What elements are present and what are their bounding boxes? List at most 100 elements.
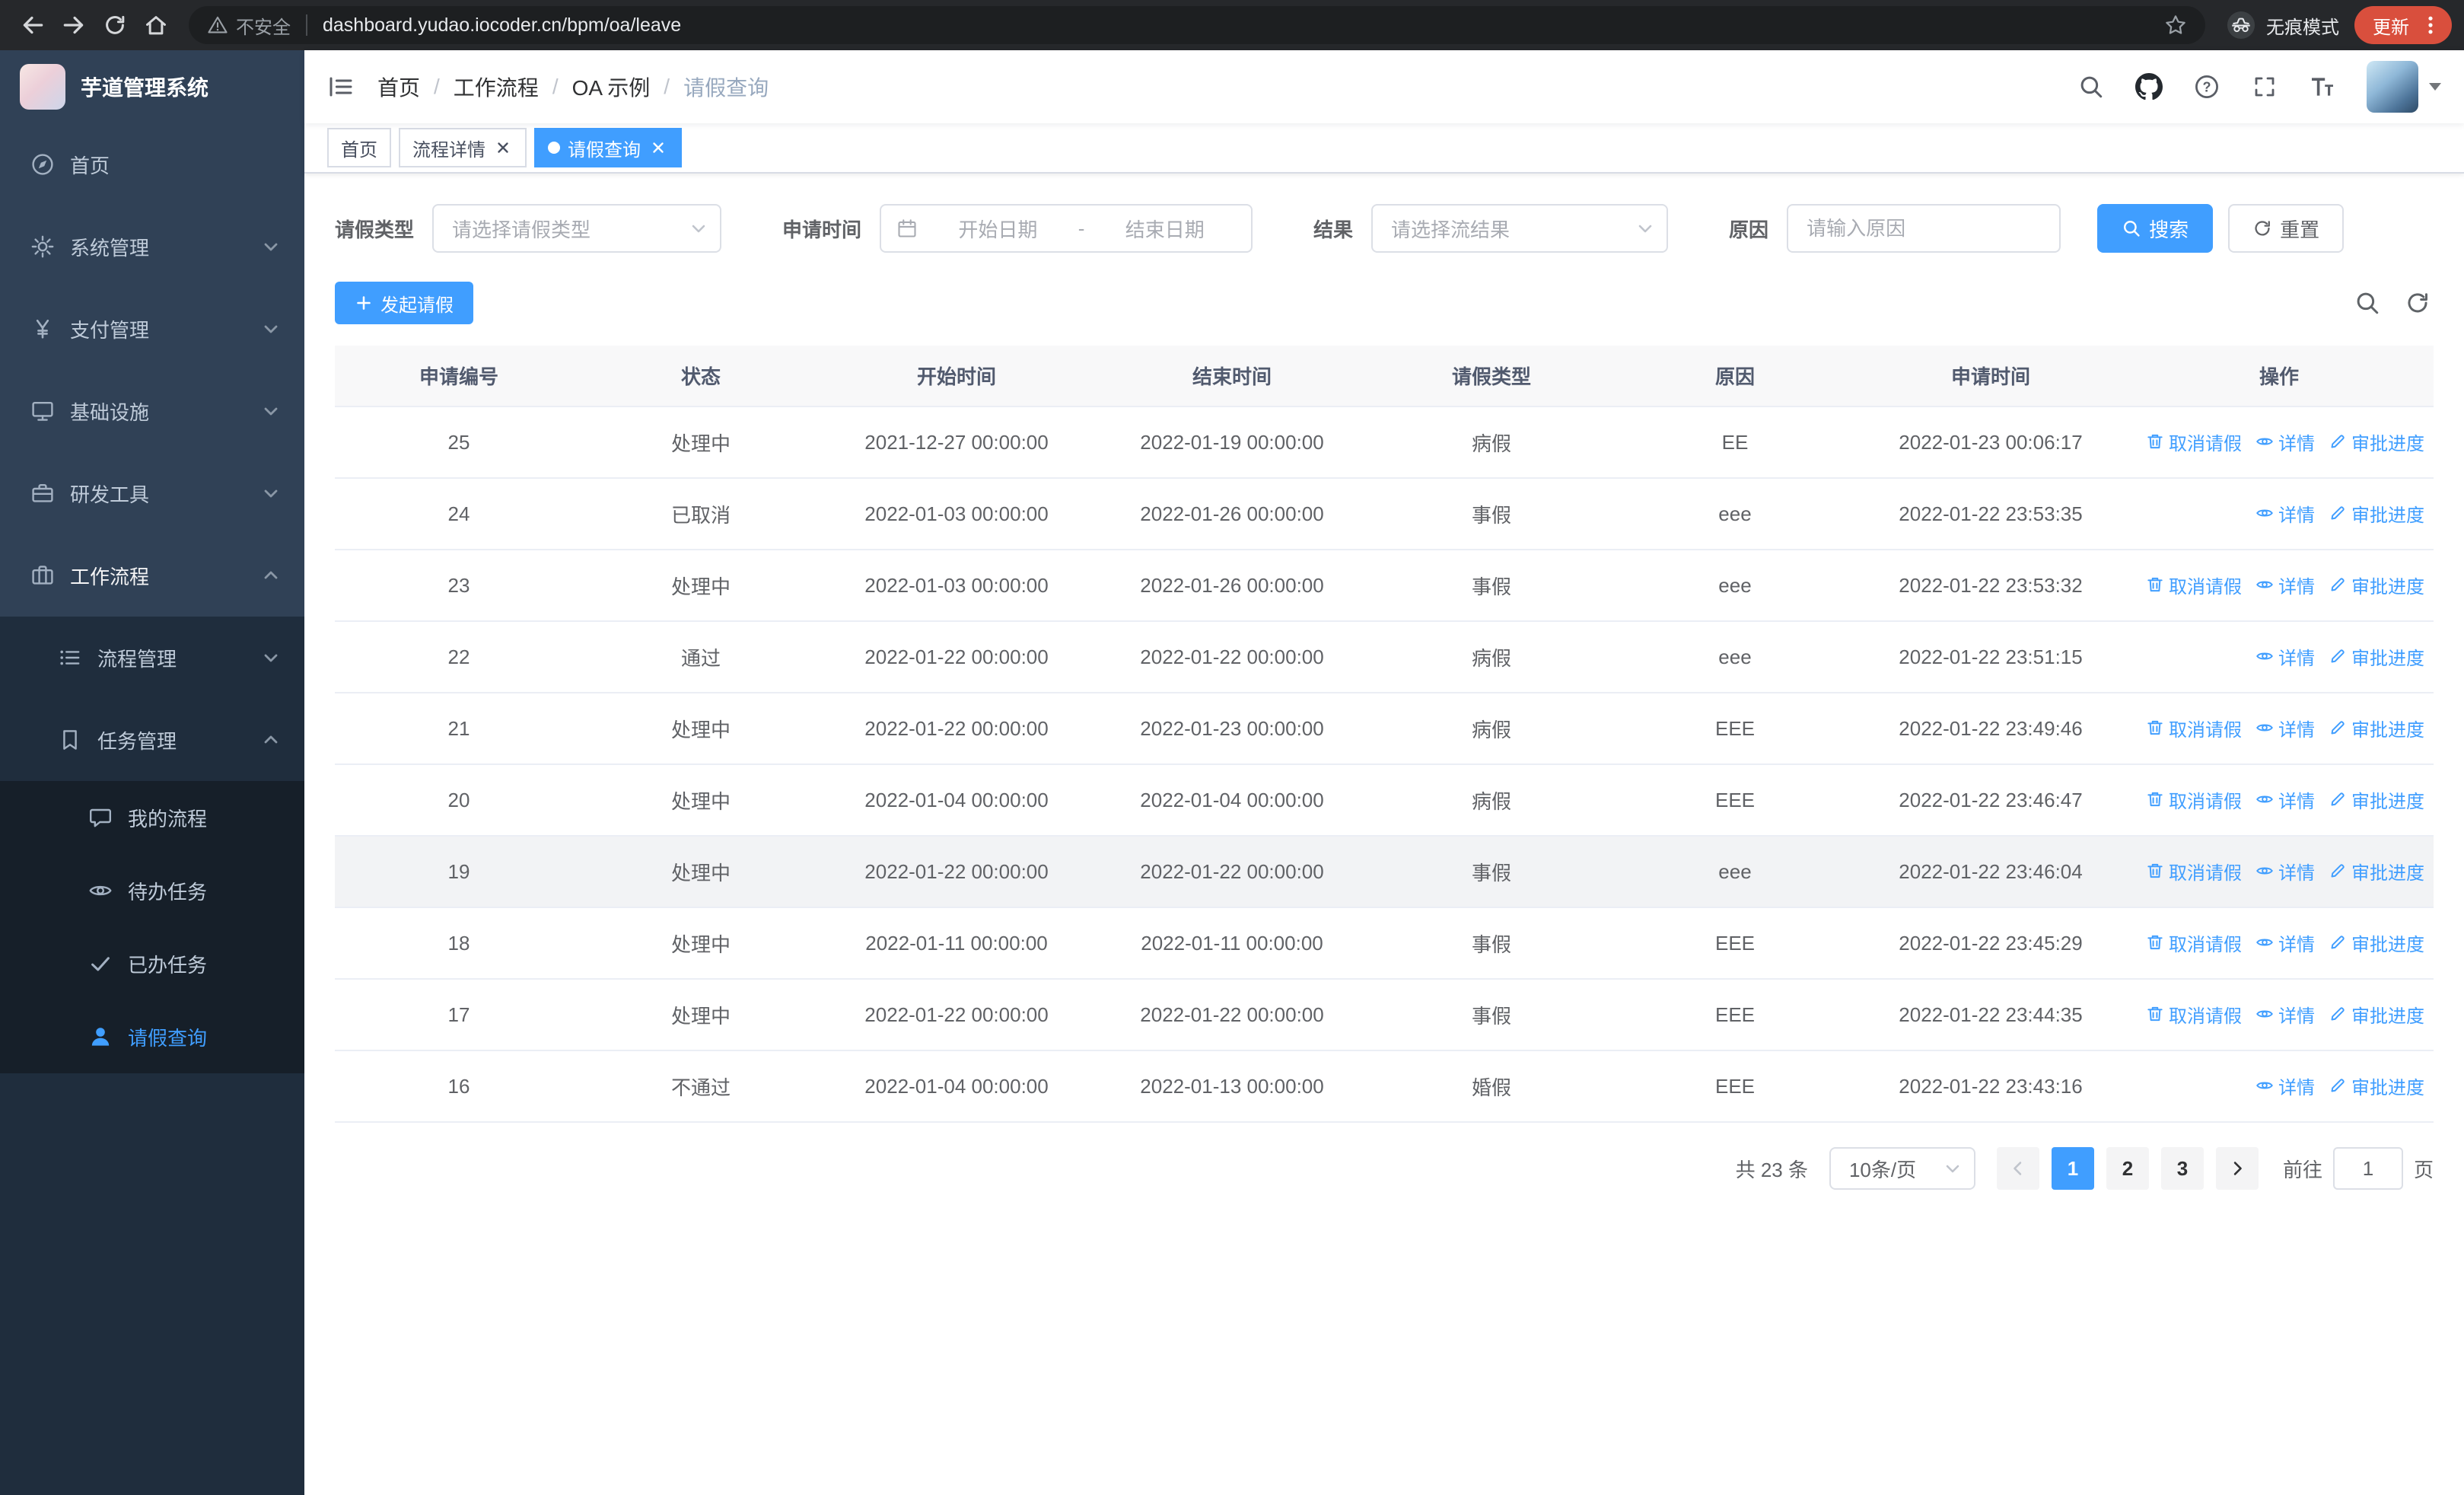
bookmark-star-icon[interactable] bbox=[2164, 14, 2187, 37]
create-leave-button[interactable]: 发起请假 bbox=[335, 282, 473, 324]
github-icon[interactable] bbox=[2126, 64, 2172, 110]
reset-button[interactable]: 重置 bbox=[2228, 204, 2345, 253]
detail-link[interactable]: 详情 bbox=[2255, 1001, 2315, 1028]
cell-id: 23 bbox=[335, 550, 583, 622]
detail-link[interactable]: 详情 bbox=[2255, 715, 2315, 741]
detail-link[interactable]: 详情 bbox=[2255, 786, 2315, 813]
sidebar-item-done-tasks[interactable]: 已办任务 bbox=[0, 927, 304, 1000]
sidebar-item-home[interactable]: 首页 bbox=[0, 123, 304, 206]
eye-icon bbox=[2255, 1005, 2274, 1023]
goto-page-input[interactable] bbox=[2332, 1147, 2403, 1190]
cell-actions: 详情 审批进度 bbox=[2125, 1050, 2434, 1123]
sidebar-item-my-process[interactable]: 我的流程 bbox=[0, 781, 304, 854]
next-page-button[interactable] bbox=[2215, 1147, 2259, 1190]
refresh-table-icon[interactable] bbox=[2405, 290, 2431, 316]
help-icon[interactable]: ? bbox=[2184, 64, 2230, 110]
page-button-3[interactable]: 3 bbox=[2160, 1147, 2204, 1190]
sidebar-item-workflow[interactable]: 工作流程 bbox=[0, 534, 304, 617]
apply-time-range-picker[interactable]: 开始日期 - 结束日期 bbox=[880, 204, 1253, 253]
detail-link[interactable]: 详情 bbox=[2255, 643, 2315, 670]
cell-start: 2022-01-11 00:00:00 bbox=[819, 907, 1094, 980]
result-select[interactable]: 请选择流结果 bbox=[1371, 204, 1669, 253]
cell-status: 处理中 bbox=[583, 406, 819, 479]
cell-status: 处理中 bbox=[583, 693, 819, 765]
approval-progress-link[interactable]: 审批进度 bbox=[2329, 715, 2424, 741]
approval-progress-link[interactable]: 审批进度 bbox=[2329, 786, 2424, 813]
tab-leave-query[interactable]: 请假查询 bbox=[534, 128, 682, 167]
address-bar[interactable]: 不安全 dashboard.yudao.iocoder.cn/bpm/oa/le… bbox=[189, 6, 2205, 44]
approval-progress-link[interactable]: 审批进度 bbox=[2329, 572, 2424, 598]
cancel-leave-link[interactable]: 取消请假 bbox=[2146, 858, 2242, 885]
cell-end: 2022-01-22 00:00:00 bbox=[1094, 621, 1370, 693]
cell-reason: EEE bbox=[1613, 979, 1857, 1051]
chevron-down-icon bbox=[262, 649, 280, 667]
cancel-leave-link[interactable]: 取消请假 bbox=[2146, 429, 2242, 455]
reason-input[interactable] bbox=[1807, 216, 2042, 241]
close-icon[interactable] bbox=[493, 138, 513, 158]
search-button[interactable]: 搜索 bbox=[2097, 204, 2214, 253]
sidebar-item-payment-management[interactable]: 支付管理 bbox=[0, 288, 304, 370]
page-size-select[interactable]: 10条/页 bbox=[1829, 1147, 1975, 1190]
col-leave-type: 请假类型 bbox=[1370, 346, 1613, 407]
cancel-leave-link[interactable]: 取消请假 bbox=[2146, 715, 2242, 741]
edit-icon bbox=[2329, 575, 2347, 594]
detail-link[interactable]: 详情 bbox=[2255, 929, 2315, 956]
approval-progress-link[interactable]: 审批进度 bbox=[2329, 858, 2424, 885]
search-icon[interactable] bbox=[2068, 64, 2114, 110]
browser-back-button[interactable] bbox=[12, 5, 53, 46]
cell-actions: 取消请假 详情 审批进度 bbox=[2125, 764, 2434, 837]
browser-reload-button[interactable] bbox=[94, 5, 135, 46]
approval-progress-link[interactable]: 审批进度 bbox=[2329, 1001, 2424, 1028]
detail-link[interactable]: 详情 bbox=[2255, 500, 2315, 527]
user-menu[interactable] bbox=[2367, 61, 2441, 113]
cell-start: 2022-01-22 00:00:00 bbox=[819, 621, 1094, 693]
detail-link[interactable]: 详情 bbox=[2255, 572, 2315, 598]
app-logo[interactable]: 芋道管理系统 bbox=[0, 50, 304, 123]
breadcrumb-item-leave-query: 请假查询 bbox=[683, 76, 769, 100]
sidebar-item-dev-tools[interactable]: 研发工具 bbox=[0, 452, 304, 534]
breadcrumb-item-home[interactable]: 首页 bbox=[377, 72, 420, 102]
approval-progress-link[interactable]: 审批进度 bbox=[2329, 1073, 2424, 1099]
fullscreen-icon[interactable] bbox=[2242, 64, 2287, 110]
approval-progress-link[interactable]: 审批进度 bbox=[2329, 929, 2424, 956]
approval-progress-link[interactable]: 审批进度 bbox=[2329, 500, 2424, 527]
detail-link[interactable]: 详情 bbox=[2255, 1073, 2315, 1099]
cell-actions: 取消请假 详情 审批进度 bbox=[2125, 550, 2434, 622]
sidebar-item-process-management[interactable]: 流程管理 bbox=[0, 617, 304, 699]
cancel-leave-link[interactable]: 取消请假 bbox=[2146, 929, 2242, 956]
main-area: 首页 / 工作流程 / OA 示例 / 请假查询 ? 首页 流程详情 请假查询 … bbox=[304, 50, 2464, 1495]
sidebar-item-infrastructure[interactable]: 基础设施 bbox=[0, 370, 304, 452]
sidebar-item-system-management[interactable]: 系统管理 bbox=[0, 206, 304, 288]
browser-menu-icon[interactable] bbox=[2414, 8, 2447, 42]
sidebar-item-label: 基础设施 bbox=[70, 400, 150, 424]
detail-link[interactable]: 详情 bbox=[2255, 858, 2315, 885]
cancel-leave-link[interactable]: 取消请假 bbox=[2146, 572, 2242, 598]
prev-page-button[interactable] bbox=[1996, 1147, 2039, 1190]
page-button-2[interactable]: 2 bbox=[2106, 1147, 2149, 1190]
browser-forward-button[interactable] bbox=[53, 5, 94, 46]
detail-link[interactable]: 详情 bbox=[2255, 429, 2315, 455]
cancel-leave-link[interactable]: 取消请假 bbox=[2146, 1001, 2242, 1028]
cancel-leave-link[interactable]: 取消请假 bbox=[2146, 786, 2242, 813]
tab-process-detail[interactable]: 流程详情 bbox=[399, 128, 527, 167]
browser-home-button[interactable] bbox=[135, 5, 177, 46]
font-size-icon[interactable] bbox=[2300, 64, 2345, 110]
close-icon[interactable] bbox=[648, 138, 668, 158]
tab-home[interactable]: 首页 bbox=[327, 128, 391, 167]
sidebar-toggle-icon[interactable] bbox=[304, 50, 377, 123]
op-label: 审批进度 bbox=[2351, 1006, 2424, 1027]
tab-label: 流程详情 bbox=[412, 139, 485, 161]
sidebar-item-leave-query[interactable]: 请假查询 bbox=[0, 1000, 304, 1073]
cell-type: 病假 bbox=[1370, 621, 1613, 693]
sidebar-item-todo-tasks[interactable]: 待办任务 bbox=[0, 854, 304, 927]
toggle-search-icon[interactable] bbox=[2354, 290, 2380, 316]
approval-progress-link[interactable]: 审批进度 bbox=[2329, 643, 2424, 670]
browser-update-button[interactable]: 更新 bbox=[2354, 6, 2452, 44]
breadcrumb-item-workflow[interactable]: 工作流程 bbox=[454, 72, 539, 102]
breadcrumb-item-oa-example[interactable]: OA 示例 bbox=[572, 72, 651, 102]
eye-icon bbox=[2255, 432, 2274, 451]
leave-type-select[interactable]: 请选择请假类型 bbox=[432, 204, 722, 253]
page-button-1[interactable]: 1 bbox=[2051, 1147, 2094, 1190]
approval-progress-link[interactable]: 审批进度 bbox=[2329, 429, 2424, 455]
sidebar-item-task-management[interactable]: 任务管理 bbox=[0, 699, 304, 781]
